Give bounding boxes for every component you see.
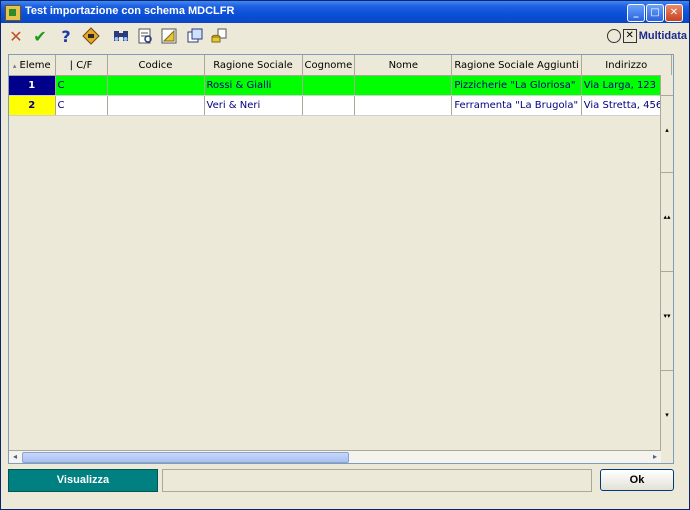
horizontal-scroll-thumb[interactable] (22, 452, 349, 463)
layout-settings-icon[interactable] (159, 26, 179, 46)
maximize-button[interactable]: □ (646, 4, 664, 22)
cell-nome[interactable] (354, 75, 453, 96)
brand-box-icon: ✕ (622, 29, 637, 43)
row-index[interactable]: 1 (9, 75, 56, 96)
cell-ragione-sociale[interactable]: Rossi & Gialli (204, 75, 303, 96)
import-wizard-icon[interactable] (81, 26, 101, 46)
scroll-right-button[interactable]: ▸ (649, 451, 661, 463)
scroll-up-icon: ▴ (665, 126, 669, 134)
cancel-icon[interactable]: ✕ (6, 26, 26, 46)
cell-cf[interactable]: C (55, 95, 108, 116)
cell-cf[interactable]: C (55, 75, 108, 96)
table-row[interactable]: 2 C Veri & Neri Ferramenta "La Brugola" … (9, 95, 672, 116)
cell-codice[interactable] (107, 75, 205, 96)
visualizza-button[interactable]: Visualizza (8, 469, 158, 492)
title-bar[interactable]: Test importazione con schema MDCLFR _ □ … (1, 1, 689, 23)
col-header-cf[interactable]: | C/F (55, 55, 108, 76)
col-header-elemento[interactable]: ▴ Eleme (9, 55, 56, 76)
ok-button[interactable]: Ok (600, 469, 674, 491)
scroll-down-icon: ▾ (665, 411, 669, 419)
cell-ragione-sociale-aggiuntiva[interactable]: Pizzicherie "La Gloriosa" (451, 75, 582, 96)
horizontal-scrollbar[interactable]: ◂ ▸ (9, 450, 661, 463)
sort-arrow-icon: ▴ (12, 61, 17, 70)
col-header-cognome[interactable]: Cognome (302, 55, 356, 76)
app-icon[interactable] (5, 5, 21, 21)
records-table: ▴ Eleme | C/F Codice Ragione Sociale Cog… (9, 55, 672, 116)
main-window: Test importazione con schema MDCLFR _ □ … (0, 0, 690, 510)
status-panel (162, 469, 592, 492)
col-header-indirizzo[interactable]: Indirizzo (581, 55, 672, 76)
col-header-ragione-sociale-aggiuntiva[interactable]: Ragione Sociale Aggiunti (451, 55, 582, 76)
scroll-down-button[interactable]: ▾ (661, 371, 673, 450)
brand-circle-icon (606, 29, 621, 43)
cell-indirizzo[interactable]: Via Larga, 123 (581, 75, 672, 96)
minimize-button[interactable]: _ (627, 4, 645, 22)
preview-document-icon[interactable] (135, 26, 155, 46)
windows-icon[interactable] (185, 26, 205, 46)
scroll-left-button[interactable]: ◂ (9, 451, 21, 463)
vertical-scrollbar[interactable]: ▴ ▴▴ ▾▾ ▾ (660, 75, 673, 451)
cell-ragione-sociale[interactable]: Veri & Neri (204, 95, 303, 116)
database-export-icon[interactable] (209, 26, 229, 46)
toolbar: ✕ ✔ ? ✕ Multidata (1, 23, 689, 49)
close-button[interactable]: ✕ (665, 4, 683, 22)
col-header-ragione-sociale[interactable]: Ragione Sociale (204, 55, 303, 76)
scroll-up-button[interactable]: ▴ (661, 96, 673, 173)
row-index[interactable]: 2 (9, 95, 56, 116)
cell-nome[interactable] (354, 95, 453, 116)
brand-name: Multidata (638, 30, 687, 42)
v-blank-segment (661, 75, 673, 96)
window-title: Test importazione con schema MDCLFR (25, 5, 235, 17)
cell-codice[interactable] (107, 95, 205, 116)
page-up-button[interactable]: ▴▴ (661, 173, 673, 272)
cell-indirizzo[interactable]: Via Stretta, 456 (581, 95, 672, 116)
col-header-nome[interactable]: Nome (354, 55, 453, 76)
col-header-codice[interactable]: Codice (107, 55, 205, 76)
cell-ragione-sociale-aggiuntiva[interactable]: Ferramenta "La Brugola" (451, 95, 582, 116)
page-down-button[interactable]: ▾▾ (661, 272, 673, 371)
bottom-bar: Visualizza Ok (1, 465, 689, 493)
page-down-icon: ▾▾ (663, 312, 671, 320)
confirm-icon[interactable]: ✔ (30, 26, 50, 46)
table-row[interactable]: 1 C Rossi & Gialli Pizzicherie "La Glori… (9, 75, 672, 96)
header-row: ▴ Eleme | C/F Codice Ragione Sociale Cog… (9, 55, 672, 76)
binoculars-icon[interactable] (111, 26, 131, 46)
brand-logo: ✕ Multidata (606, 27, 687, 45)
data-grid[interactable]: ▴ Eleme | C/F Codice Ragione Sociale Cog… (8, 54, 674, 464)
cell-cognome[interactable] (302, 95, 356, 116)
page-up-icon: ▴▴ (663, 213, 671, 221)
scroll-corner (661, 451, 673, 463)
help-icon[interactable]: ? (56, 26, 76, 46)
cell-cognome[interactable] (302, 75, 356, 96)
